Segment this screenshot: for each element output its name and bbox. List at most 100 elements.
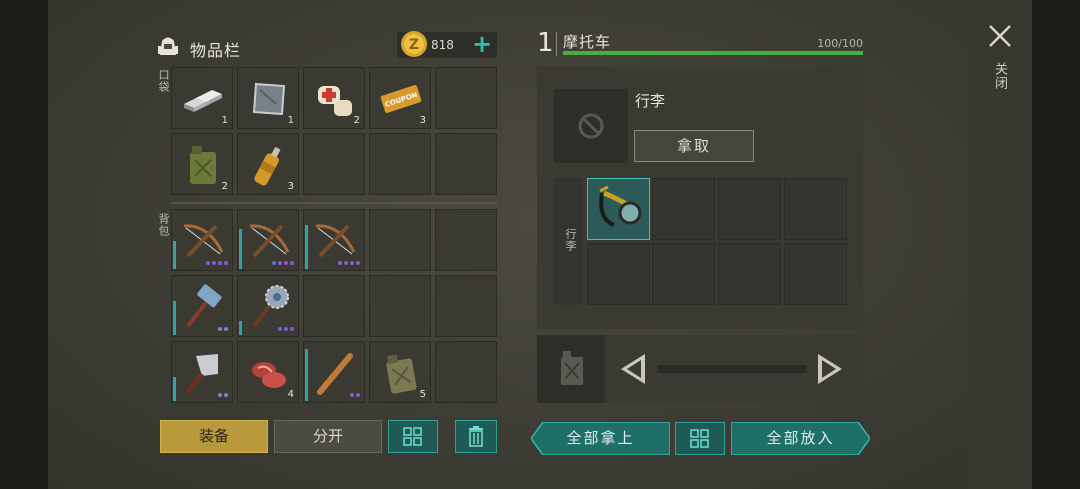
item-count: 1 [287,115,294,126]
pocket-slot[interactable]: 2 [303,67,365,129]
put-all-button[interactable]: 全部放入 [731,422,870,455]
backpack-slot-empty[interactable] [435,275,497,337]
quality-dots [206,261,228,265]
vehicle-index: 1 [537,28,554,58]
quality-dots [278,327,294,331]
durability-bar [305,349,308,401]
crossbow-icon [183,224,224,258]
pocket-slot[interactable]: 1 [237,67,299,129]
fuel-slider-track[interactable] [658,365,806,373]
backpack-slot[interactable] [171,209,233,271]
no-entry-icon [578,113,604,139]
backpack-slot[interactable] [303,209,365,271]
inventory-title: 物品栏 [190,41,242,60]
fuel-decrease-button[interactable] [617,352,647,386]
raw-meat-icon [252,362,286,388]
crossbow-icon [249,224,290,258]
header-separator [556,32,557,56]
jerrycan-icon [190,146,216,184]
sort-container-button[interactable] [675,422,725,455]
backpack-slot[interactable] [171,275,233,337]
pocket-label: 口袋 [157,69,170,93]
take-all-button[interactable]: 全部拿上 [531,422,670,455]
pocket-slot-empty[interactable] [435,67,497,129]
luggage-preview [554,89,628,163]
backpack-slot[interactable] [303,341,365,403]
fuel-slot[interactable] [537,335,605,403]
bandage-icon [318,86,352,116]
backpack-slot-empty[interactable] [369,275,431,337]
backpack-icon [158,37,178,55]
item-count: 5 [419,389,426,400]
luggage-slot-empty[interactable] [652,243,715,305]
durability-bar [173,301,176,335]
section-divider [171,202,498,204]
quality-dots [350,393,360,397]
pocket-slot-empty[interactable] [369,133,431,195]
metal-ingots-icon [184,90,222,112]
pocket-slot[interactable]: 2 [171,133,233,195]
vehicle-hp-text: 100/100 [817,37,863,50]
backpack-slot-empty[interactable] [435,209,497,271]
equip-button[interactable]: 装备 [160,420,268,453]
item-count: 2 [221,181,228,192]
fuel-increase-button[interactable] [816,352,846,386]
backpack-slot[interactable] [237,209,299,271]
quality-dots [272,261,294,265]
luggage-slot-empty[interactable] [587,243,650,305]
pocket-slot[interactable]: COUPON 3 [369,67,431,129]
trash-icon [469,426,483,447]
pocket-slot-empty[interactable] [435,133,497,195]
delete-item-button[interactable] [455,420,497,453]
backpack-slot[interactable]: 5 [369,341,431,403]
vehicle-hp-fill [563,51,863,55]
pocket-slot[interactable]: 3 [237,133,299,195]
backpack-slot[interactable] [237,275,299,337]
close-label[interactable]: 关闭 [990,62,1009,90]
vehicle-name: 摩托车 [563,33,612,51]
sledgehammer-icon [186,284,222,328]
luggage-title: 行李 [635,92,666,110]
close-icon[interactable] [986,22,1014,50]
backpack-slot[interactable] [171,341,233,403]
svg-text:Z: Z [409,37,419,53]
coin-count: 818 [431,38,454,52]
backpack-slot-empty[interactable] [435,341,497,403]
item-count: 1 [221,115,228,126]
sort-inventory-button[interactable] [388,420,438,453]
take-button[interactable]: 拿取 [634,130,754,162]
item-count: 2 [353,115,360,126]
left-screen-edge [0,0,48,489]
pocket-slot[interactable]: 1 [171,67,233,129]
baseball-bat-icon [317,353,353,395]
quality-dots [218,327,228,331]
metal-plate-icon [252,82,286,116]
item-count: 4 [287,389,294,400]
luggage-slot-empty[interactable] [652,178,715,240]
split-button[interactable]: 分开 [274,420,382,453]
quality-dots [338,261,360,265]
luggage-slot-selected[interactable] [587,178,650,240]
luggage-slot-empty[interactable] [784,243,847,305]
durability-bar [305,225,308,269]
quality-dots [218,393,228,397]
backpack-slot-empty[interactable] [303,275,365,337]
pocket-slot-empty[interactable] [303,133,365,195]
grid-sort-icon [690,429,709,448]
durability-bar [173,377,176,401]
hunting-horn-icon [599,185,642,227]
grid-sort-icon [403,427,422,446]
luggage-slot-empty[interactable] [784,178,847,240]
luggage-grid-label: 行李 [564,228,577,252]
take-all-label: 全部拿上 [566,429,635,447]
item-count: 3 [419,115,426,126]
luggage-slot-empty[interactable] [718,178,781,240]
durability-bar [173,241,176,269]
backpack-slot[interactable]: 4 [237,341,299,403]
crossbow-icon [315,224,356,258]
add-coins-button[interactable]: + [470,30,494,58]
backpack-slot-empty[interactable] [369,209,431,271]
luggage-slot-empty[interactable] [718,243,781,305]
durability-bar [239,229,242,269]
bottle-icon [254,146,281,186]
